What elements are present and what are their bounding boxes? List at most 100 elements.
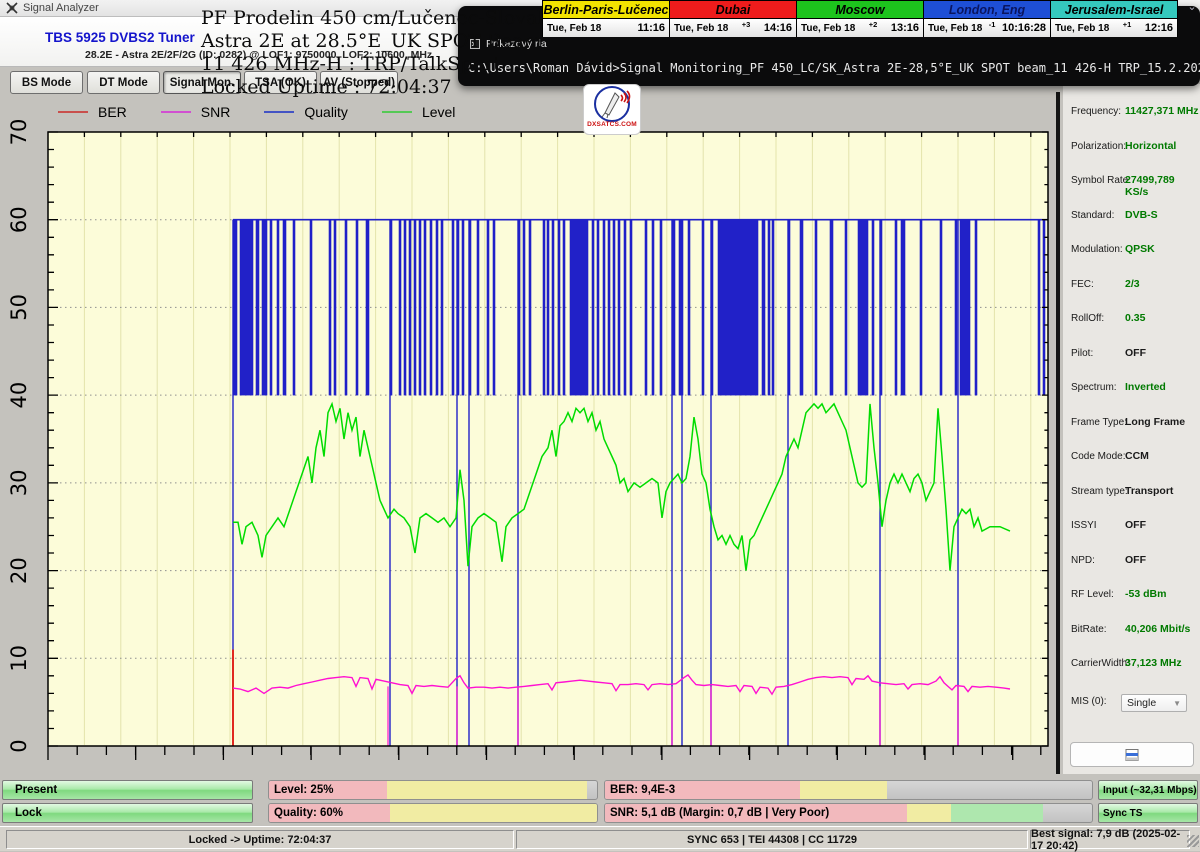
- param-label: Frequency:: [1071, 106, 1121, 117]
- legend-label: SNR: [201, 104, 231, 120]
- param-value: 2/3: [1125, 278, 1140, 290]
- param-row-standard-: Standard:DVB-S: [1063, 210, 1200, 226]
- param-row-rolloff-: RollOff: 0.35: [1063, 313, 1200, 329]
- clock-city: Moscow: [797, 1, 923, 19]
- param-label: Pilot:: [1071, 348, 1093, 359]
- param-value: Inverted: [1125, 381, 1166, 393]
- param-row-modulation-: Modulation:QPSK: [1063, 244, 1200, 260]
- dxsatcs-logo: DXSATCS.COM: [583, 84, 641, 135]
- chart-legend: BER SNR Quality Level: [58, 104, 455, 120]
- y-axis-label: 60: [7, 206, 31, 233]
- param-value: 37,123 MHz: [1125, 657, 1182, 669]
- bar-segment: [390, 804, 597, 822]
- statusbar-sync-counters: SYNC 653 | TEI 44308 | CC 11729: [516, 830, 1028, 849]
- param-row-symbol-rate-: Symbol Rate:27499,789 KS/s: [1063, 175, 1200, 191]
- y-axis-label: 10: [7, 645, 31, 672]
- satellite-dish-icon: [591, 85, 633, 123]
- bar-label: SNR: 5,1 dB (Margin: 0,7 dB | Very Poor): [610, 807, 829, 819]
- statusbar-best-signal: Best signal: 7,9 dB (2025-02-17 20:42): [1030, 830, 1190, 849]
- clock-city: Berlin-Paris-Lučenec: [543, 1, 669, 19]
- param-value: OFF: [1125, 554, 1146, 566]
- record-log-icon: [1125, 749, 1139, 761]
- progress-bar-snr: SNR: 5,1 dB (Margin: 0,7 dB | Very Poor): [604, 803, 1093, 823]
- param-label: Stream type:: [1071, 486, 1128, 497]
- param-value: 0.35: [1125, 312, 1145, 324]
- bar-label: Quality: 60%: [274, 807, 343, 819]
- mode-button-bs-mode[interactable]: BS Mode: [10, 71, 83, 94]
- param-label: RollOff:: [1071, 313, 1104, 324]
- clock-city: Jerusalem-Israel: [1051, 1, 1177, 19]
- param-row-spectrum-: Spectrum: Inverted: [1063, 382, 1200, 398]
- param-row-fec-: FEC:2/3: [1063, 279, 1200, 295]
- param-label: CarrierWidth:: [1071, 658, 1130, 669]
- param-value: OFF: [1125, 519, 1146, 531]
- param-label: Code Mode:: [1071, 451, 1125, 462]
- statusbar-lock-uptime: Locked -> Uptime: 72:04:37: [6, 830, 514, 849]
- legend-swatch: [58, 111, 88, 113]
- bar-segment: [951, 804, 1044, 822]
- clock-london-eng: London, EngTue, Feb 18-110:16:28: [923, 0, 1051, 37]
- transponder-panel: Frequency: 11427,371 MHz Polarization:Hori…: [1063, 84, 1200, 774]
- world-clock-gadget: Berlin-Paris-LučenecTue, Feb 1811:16Duba…: [543, 0, 1178, 37]
- param-label: BitRate:: [1071, 624, 1107, 635]
- mode-button-dt-mode[interactable]: DT Mode: [87, 71, 160, 94]
- y-axis-label: 20: [7, 557, 31, 584]
- clock-moscow: MoscowTue, Feb 18+213:16: [796, 0, 924, 37]
- param-value: Transport: [1125, 485, 1173, 497]
- param-label: Modulation:: [1071, 244, 1123, 255]
- overlay-caption: PF Prodelin 450 cm/Lučenec-Slovakia Astr…: [201, 7, 566, 99]
- logo-text: DXSATCS.COM: [587, 121, 637, 128]
- param-label: NPD:: [1071, 555, 1095, 566]
- legend-item-ber: BER: [58, 104, 127, 120]
- clock-time: 14:16: [764, 22, 792, 34]
- legend-item-level: Level: [382, 104, 455, 120]
- legend-item-quality: Quality: [264, 104, 348, 120]
- chevron-down-icon: ▼: [1173, 699, 1181, 708]
- badge-input-mbps-: Input (~32,31 Mbps): [1098, 780, 1198, 800]
- mis-dropdown[interactable]: Single ▼: [1121, 694, 1187, 712]
- param-row-frequency-: Frequency: 11427,371 MHz: [1063, 106, 1200, 122]
- clock-date: Tue, Feb 18: [801, 23, 855, 34]
- y-axis-label: 30: [7, 470, 31, 497]
- clock-date: Tue, Feb 18: [547, 23, 601, 34]
- param-row-frame-type-: Frame Type:Long Frame: [1063, 417, 1200, 433]
- clock-utc-offset: +3: [742, 20, 751, 29]
- param-row-rf-level-: RF Level:-53 dBm: [1063, 589, 1200, 605]
- param-row-bitrate-: BitRate:40,206 Mbit/s: [1063, 624, 1200, 640]
- clock-date: Tue, Feb 18: [674, 23, 728, 34]
- param-row-stream-type-: Stream type:Transport: [1063, 486, 1200, 502]
- param-value: Horizontal: [1125, 140, 1176, 152]
- clock-city: London, Eng: [924, 1, 1050, 19]
- param-value: OFF: [1125, 347, 1146, 359]
- param-row-carrierwidth-: CarrierWidth:37,123 MHz: [1063, 658, 1200, 674]
- clock-time: 12:16: [1145, 22, 1173, 34]
- clock-jerusalem-israel: Jerusalem-IsraelTue, Feb 18+112:16: [1050, 0, 1178, 37]
- param-value: Long Frame: [1125, 416, 1185, 428]
- clock-time: 10:16:28: [1002, 22, 1046, 34]
- clock-date: Tue, Feb 18: [1055, 23, 1109, 34]
- resize-grip[interactable]: [1187, 835, 1199, 847]
- legend-swatch: [382, 111, 412, 113]
- chevron-down-icon[interactable]: ⌄: [1186, 2, 1198, 14]
- progress-bar-quality: Quality: 60%: [268, 803, 598, 823]
- legend-swatch: [161, 111, 191, 113]
- param-label: MIS (0):: [1071, 696, 1107, 707]
- log-button[interactable]: [1070, 742, 1194, 767]
- param-value: 11427,371 MHz: [1125, 105, 1199, 117]
- legend-label: Level: [422, 104, 455, 120]
- param-label: Standard:: [1071, 210, 1114, 221]
- legend-item-snr: SNR: [161, 104, 231, 120]
- panel-divider: [1056, 92, 1060, 774]
- param-row-mis: MIS (0): Single ▼: [1063, 696, 1200, 712]
- param-value: 27499,789 KS/s: [1125, 174, 1200, 198]
- badge-sync-ts: Sync TS: [1098, 803, 1198, 823]
- clock-date: Tue, Feb 18: [928, 23, 982, 34]
- legend-label: Quality: [304, 104, 348, 120]
- param-row-polarization-: Polarization:Horizontal: [1063, 141, 1200, 157]
- bar-segment: [907, 804, 951, 822]
- param-label: Spectrum:: [1071, 382, 1117, 393]
- mis-value: Single: [1127, 697, 1156, 709]
- clock-time: 11:16: [637, 22, 665, 34]
- param-row-npd-: NPD: OFF: [1063, 555, 1200, 571]
- signal-chart: 010203040506070: [0, 0, 1060, 800]
